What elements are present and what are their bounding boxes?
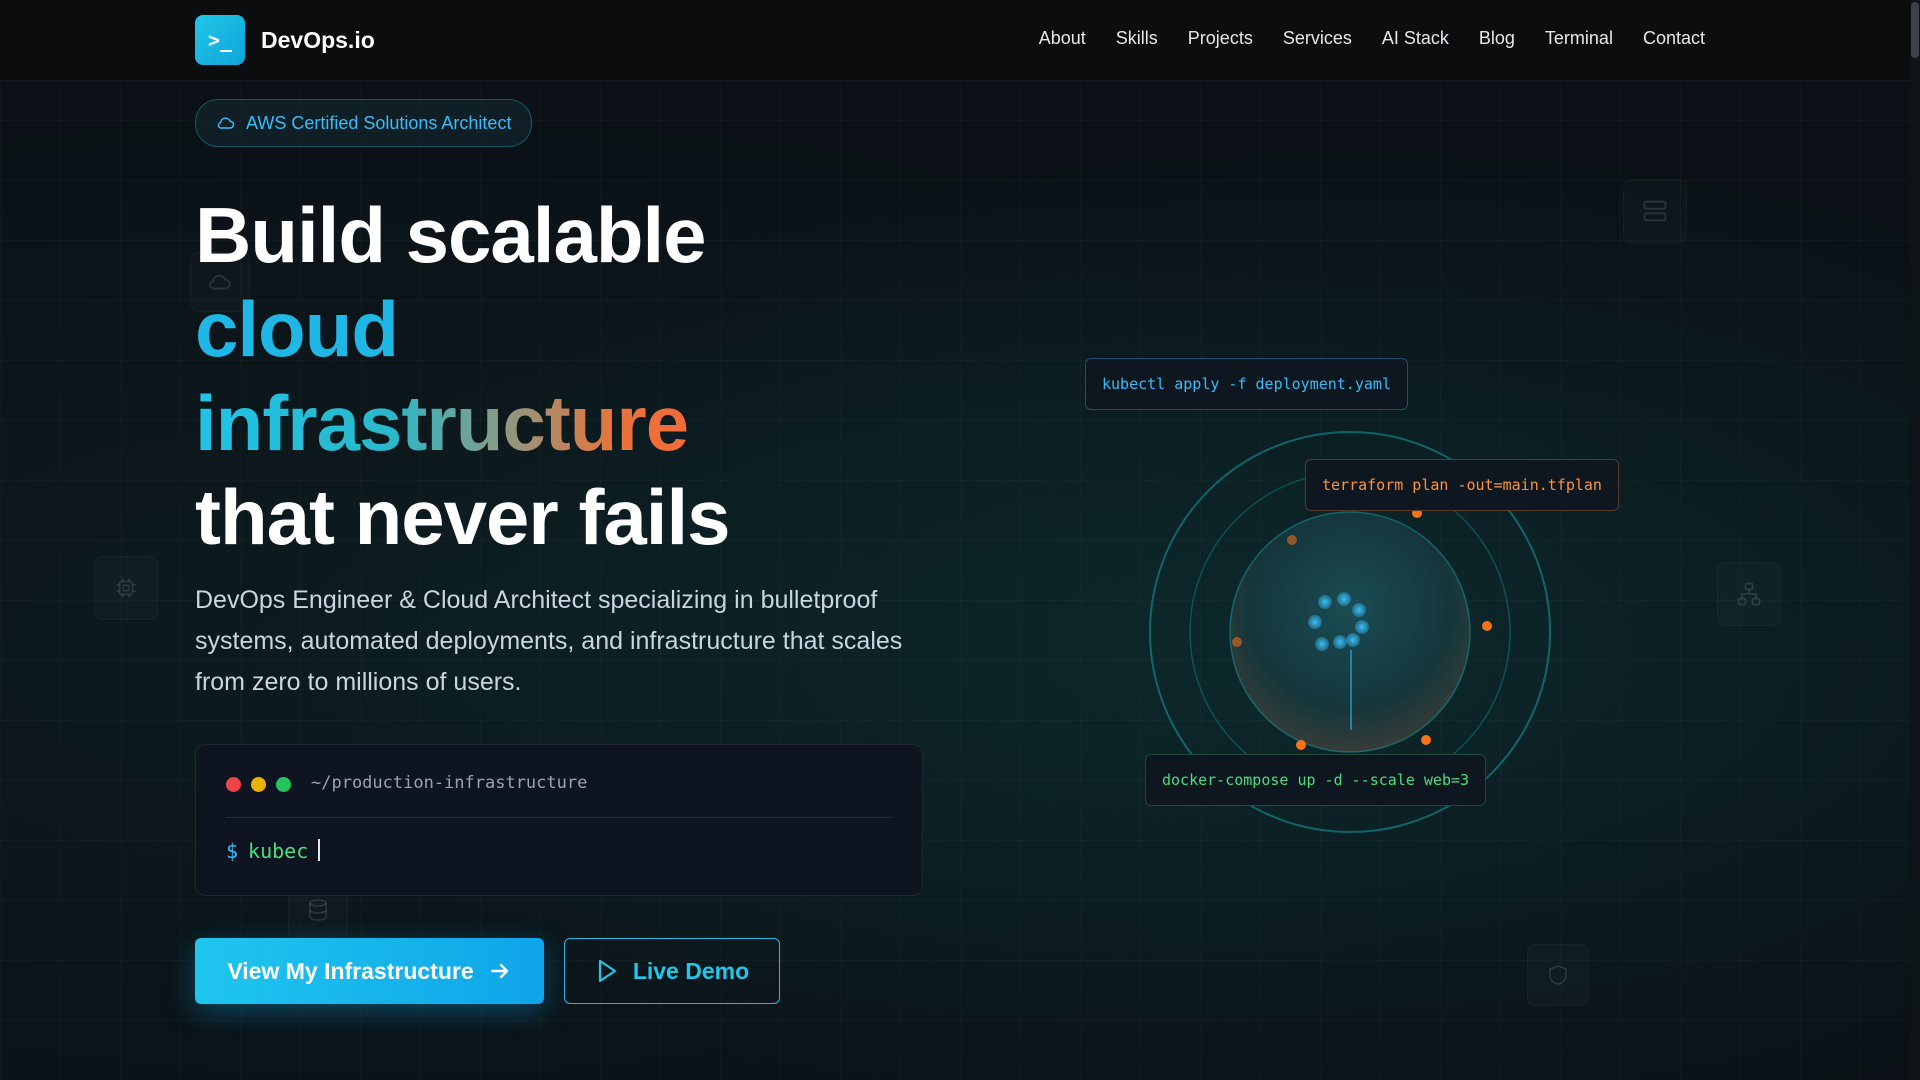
headline-line-4: that never fails bbox=[195, 473, 731, 561]
live-demo-button[interactable]: Live Demo bbox=[564, 938, 780, 1004]
terminal-prompt: $ bbox=[226, 839, 239, 863]
view-infrastructure-button[interactable]: View My Infrastructure bbox=[195, 938, 544, 1004]
docker-command-pill: docker-compose up -d --scale web=3 bbox=[1145, 754, 1487, 806]
cpu-icon bbox=[94, 556, 158, 620]
brand-name: DevOps.io bbox=[261, 26, 375, 53]
play-icon bbox=[598, 959, 616, 983]
headline-line-1: Build scalable bbox=[195, 191, 707, 279]
cloud-icon bbox=[217, 117, 235, 129]
page: >_ DevOps.io About Skills Projects Servi… bbox=[0, 0, 1920, 1080]
orbit-dot bbox=[1232, 637, 1242, 647]
terminal-cursor bbox=[318, 839, 321, 861]
cluster-node bbox=[1333, 635, 1347, 649]
terminal-icon: >_ bbox=[195, 15, 245, 65]
orbit-dot bbox=[1296, 740, 1306, 750]
orbit-dot bbox=[1421, 735, 1431, 745]
page-scrollbar[interactable] bbox=[1910, 0, 1920, 1080]
hero-headline: Build scalable cloud infrastructure that… bbox=[195, 188, 731, 564]
minimize-dot bbox=[251, 777, 266, 792]
headline-line-2: cloud bbox=[195, 285, 399, 373]
docker-command: docker-compose up -d --scale web=3 bbox=[1162, 771, 1470, 789]
arrow-right-icon bbox=[490, 963, 508, 979]
maximize-dot bbox=[276, 777, 291, 792]
top-navigation: >_ DevOps.io About Skills Projects Servi… bbox=[0, 0, 1910, 81]
core-sphere bbox=[1229, 511, 1471, 753]
terminal-typed-text: kubec bbox=[248, 839, 309, 863]
certification-badge: AWS Certified Solutions Architect bbox=[195, 99, 533, 147]
live-demo-label: Live Demo bbox=[632, 957, 750, 984]
nav-item-ai-stack[interactable]: AI Stack bbox=[1382, 28, 1449, 49]
cluster-node bbox=[1318, 595, 1332, 609]
cluster-node bbox=[1355, 620, 1369, 634]
terminal-path: ~/production-infrastructure bbox=[311, 773, 588, 793]
window-controls bbox=[226, 777, 291, 792]
nav-item-about[interactable]: About bbox=[1039, 28, 1086, 49]
terminal-window: ~/production-infrastructure $ kubec bbox=[195, 744, 923, 896]
network-icon bbox=[1717, 562, 1781, 626]
nav-item-services[interactable]: Services bbox=[1283, 28, 1352, 49]
terminal-divider bbox=[226, 817, 892, 818]
cluster-node bbox=[1346, 633, 1360, 647]
cluster-node bbox=[1337, 592, 1351, 606]
hero-subtitle: DevOps Engineer & Cloud Architect specia… bbox=[195, 586, 903, 696]
nav-item-skills[interactable]: Skills bbox=[1116, 28, 1158, 49]
kubectl-command-pill: kubectl apply -f deployment.yaml bbox=[1085, 358, 1408, 410]
scrollbar-thumb[interactable] bbox=[1911, 2, 1919, 58]
view-infrastructure-label: View My Infrastructure bbox=[227, 957, 474, 984]
cluster-node bbox=[1315, 637, 1329, 651]
badge-label: AWS Certified Solutions Architect bbox=[246, 112, 512, 133]
cluster-node bbox=[1308, 615, 1322, 629]
terraform-command-pill: terraform plan -out=main.tfplan bbox=[1305, 459, 1619, 511]
close-dot bbox=[226, 777, 241, 792]
terraform-command: terraform plan -out=main.tfplan bbox=[1322, 476, 1602, 494]
nav-item-blog[interactable]: Blog bbox=[1479, 28, 1515, 49]
orbit-dot bbox=[1287, 535, 1297, 545]
shield-icon bbox=[1527, 944, 1589, 1006]
nav-item-projects[interactable]: Projects bbox=[1188, 28, 1253, 49]
terminal-command-line: $ kubec bbox=[226, 839, 321, 863]
server-icon bbox=[1623, 179, 1687, 243]
kubectl-command: kubectl apply -f deployment.yaml bbox=[1102, 375, 1391, 393]
nav-item-contact[interactable]: Contact bbox=[1643, 28, 1705, 49]
nav-links: About Skills Projects Services AI Stack … bbox=[1039, 28, 1705, 49]
cluster-node bbox=[1352, 603, 1366, 617]
brand-logo[interactable]: >_ DevOps.io bbox=[195, 15, 375, 65]
headline-line-3: infrastructure bbox=[195, 379, 689, 467]
orbit-dot bbox=[1482, 621, 1492, 631]
nav-item-terminal[interactable]: Terminal bbox=[1545, 28, 1613, 49]
